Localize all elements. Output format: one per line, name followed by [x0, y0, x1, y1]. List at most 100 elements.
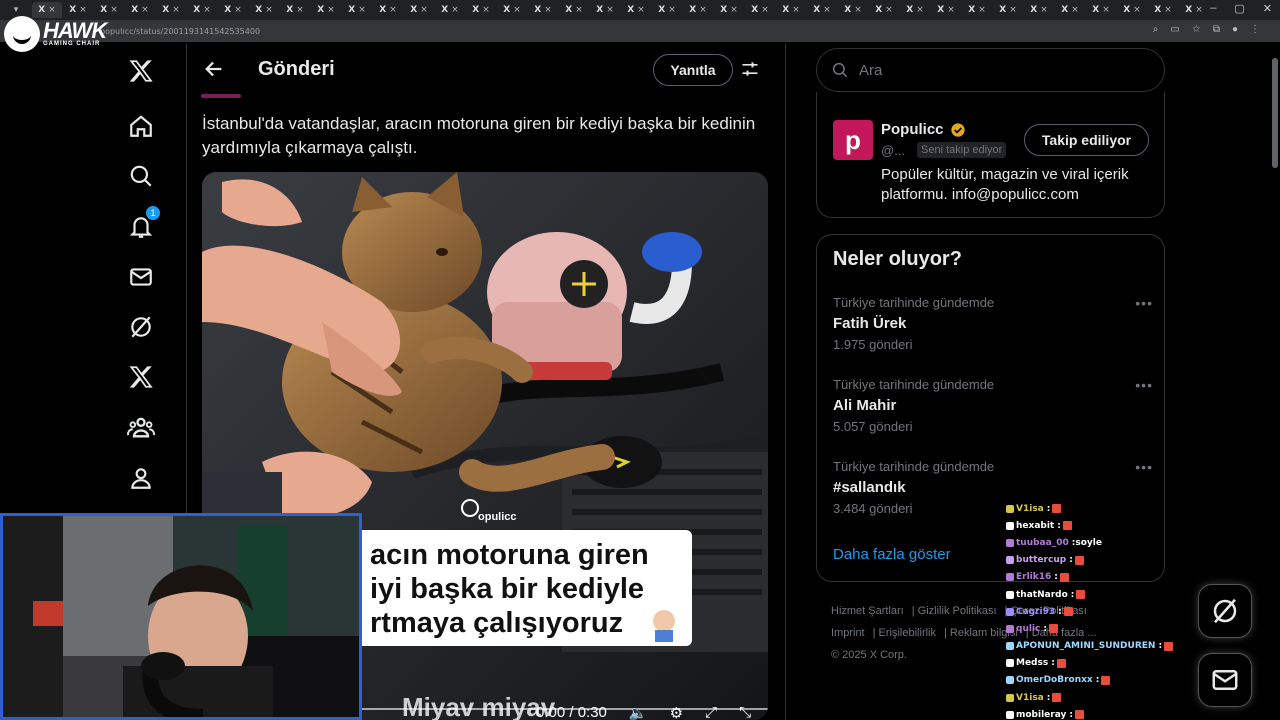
tab-close-icon[interactable]: × — [327, 5, 335, 15]
browser-tab[interactable]: X × — [125, 2, 155, 18]
tab-close-icon[interactable]: × — [1071, 5, 1079, 15]
cast-icon[interactable]: ▭ — [1170, 24, 1179, 35]
grok-fab-button[interactable] — [1198, 584, 1252, 638]
browser-tab[interactable]: X × — [187, 2, 217, 18]
scrollbar-thumb[interactable] — [1272, 58, 1278, 168]
tab-close-icon[interactable]: × — [141, 5, 149, 15]
menu-icon[interactable]: ⋮ — [1250, 24, 1260, 35]
tab-close-icon[interactable]: × — [234, 5, 242, 15]
close-icon[interactable]: ✕ — [1263, 2, 1272, 15]
tab-close-icon[interactable]: × — [79, 5, 87, 15]
zoom-icon[interactable]: ⌕ — [1153, 24, 1159, 35]
browser-tab[interactable]: X × — [931, 2, 961, 18]
star-icon[interactable]: ☆ — [1192, 24, 1201, 35]
tab-close-icon[interactable]: × — [1133, 5, 1141, 15]
browser-tab[interactable]: X × — [249, 2, 279, 18]
url-text[interactable]: populıcc/status/2001193141542535400 — [100, 27, 260, 36]
browser-tab[interactable]: X × — [497, 2, 527, 18]
tab-close-icon[interactable]: × — [110, 5, 118, 15]
chat-username[interactable]: V1isa — [1016, 504, 1044, 514]
browser-tab[interactable]: X × — [1148, 2, 1178, 18]
settings-gear-icon[interactable]: ⚙ — [670, 704, 683, 720]
chat-username[interactable]: Medss — [1016, 658, 1048, 668]
tab-close-icon[interactable]: × — [699, 5, 707, 15]
tab-close-icon[interactable]: × — [265, 5, 273, 15]
tab-close-icon[interactable]: × — [420, 5, 428, 15]
tab-close-icon[interactable]: × — [358, 5, 366, 15]
footer-link[interactable]: Erişilebilirlik — [879, 627, 936, 639]
browser-tab[interactable]: X × — [590, 2, 620, 18]
browser-tab[interactable]: X × — [900, 2, 930, 18]
search-icon[interactable] — [126, 161, 156, 191]
author-avatar[interactable] — [201, 94, 241, 98]
address-bar[interactable]: populıcc/status/2001193141542535400 ⌕ ▭ … — [0, 20, 1280, 42]
communities-icon[interactable] — [126, 412, 156, 442]
tab-close-icon[interactable]: × — [606, 5, 614, 15]
tab-close-icon[interactable]: × — [513, 5, 521, 15]
footer-link[interactable]: Gizlilik Politikası — [918, 605, 997, 617]
chat-username[interactable]: V1isa — [1016, 693, 1044, 703]
browser-tab[interactable]: X × — [311, 2, 341, 18]
browser-tab[interactable]: X × — [435, 2, 465, 18]
tab-close-icon[interactable]: × — [823, 5, 831, 15]
show-more-link[interactable]: Daha fazla göster — [833, 546, 951, 563]
more-options-icon[interactable]: ••• — [1135, 295, 1153, 311]
page-scrollbar[interactable] — [1272, 44, 1278, 720]
browser-tab[interactable]: X × — [1086, 2, 1116, 18]
trend-item[interactable]: Türkiye tarihinde gündemde Ali Mahir 5.0… — [833, 377, 1153, 434]
chat-username[interactable]: thatNardo — [1016, 590, 1068, 600]
profile-icon[interactable] — [126, 463, 156, 493]
chat-username[interactable]: OmerDoBronxx — [1016, 675, 1093, 685]
browser-tab[interactable]: X × — [373, 2, 403, 18]
chat-username[interactable]: buttercup — [1016, 555, 1066, 565]
browser-tab[interactable]: X × — [962, 2, 992, 18]
x-logo-icon[interactable] — [126, 56, 156, 86]
tab-close-icon[interactable]: × — [172, 5, 180, 15]
footer-link[interactable]: Imprint — [831, 627, 865, 639]
chat-username[interactable]: qulic — [1016, 624, 1040, 634]
tab-close-icon[interactable]: × — [885, 5, 893, 15]
tab-close-icon[interactable]: × — [916, 5, 924, 15]
tab-close-icon[interactable]: × — [575, 5, 583, 15]
profile-name[interactable]: Populicc — [881, 121, 966, 138]
browser-tab[interactable]: X × — [404, 2, 434, 18]
tab-close-icon[interactable]: × — [48, 5, 56, 15]
browser-tab[interactable]: X × — [559, 2, 589, 18]
chat-username[interactable]: tuubaa_00 — [1016, 538, 1069, 548]
browser-tab[interactable]: X × — [993, 2, 1023, 18]
chat-username[interactable]: APONUN_AMINI_SUNDUREN — [1016, 641, 1155, 651]
tab-close-icon[interactable]: × — [1009, 5, 1017, 15]
reply-button[interactable]: Yanıtla — [653, 54, 733, 86]
footer-link[interactable]: Hizmet Şartları — [831, 605, 904, 617]
back-arrow-icon[interactable] — [203, 58, 225, 80]
filter-settings-icon[interactable] — [740, 59, 760, 84]
browser-tab[interactable]: X × — [1117, 2, 1147, 18]
grok-icon[interactable] — [126, 312, 156, 342]
browser-tab[interactable]: X × — [652, 2, 682, 18]
tab-close-icon[interactable]: × — [792, 5, 800, 15]
populicc-avatar[interactable]: p — [833, 120, 873, 160]
tab-close-icon[interactable]: × — [1102, 5, 1110, 15]
tab-close-icon[interactable]: × — [482, 5, 490, 15]
chat-username[interactable]: Cagri93 — [1016, 607, 1055, 617]
premium-x-icon[interactable] — [126, 362, 156, 392]
messages-icon[interactable] — [126, 262, 156, 292]
browser-tab[interactable]: X × — [838, 2, 868, 18]
minimize-icon[interactable]: – — [1210, 2, 1216, 15]
browser-tab[interactable]: X × — [745, 2, 775, 18]
tab-close-icon[interactable]: × — [296, 5, 304, 15]
tab-close-icon[interactable]: × — [761, 5, 769, 15]
browser-tab[interactable]: X × — [776, 2, 806, 18]
browser-tab[interactable]: X × — [1055, 2, 1085, 18]
search-input[interactable]: Ara — [816, 48, 1165, 92]
browser-tab[interactable]: X × — [342, 2, 372, 18]
browser-tab[interactable]: X × — [466, 2, 496, 18]
browser-tab[interactable]: X × — [1024, 2, 1054, 18]
more-options-icon[interactable]: ••• — [1135, 459, 1153, 475]
fullscreen-icon[interactable]: ⤡ — [739, 704, 751, 720]
chat-username[interactable]: hexabit — [1016, 521, 1054, 531]
tab-close-icon[interactable]: × — [730, 5, 738, 15]
messages-fab-button[interactable] — [1198, 653, 1252, 707]
tab-close-icon[interactable]: × — [1164, 5, 1172, 15]
notifications-icon[interactable]: 1 — [126, 206, 160, 242]
